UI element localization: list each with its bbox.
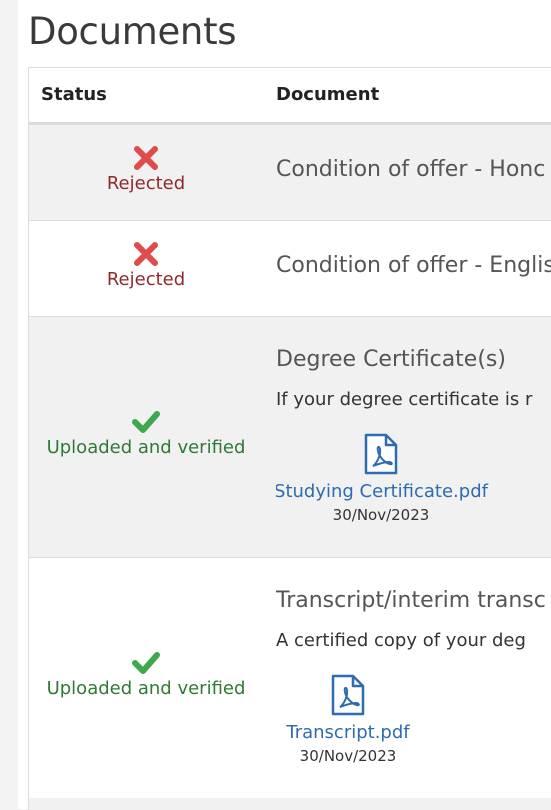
table-row: Uploaded and verified Degree Certificate…: [29, 317, 551, 558]
document-cell: Transcript/interim transc A certified co…: [276, 558, 551, 798]
table-row: Rejected Condition of offer - Honc: [29, 125, 551, 221]
file-date: 30/Nov/2023: [299, 747, 397, 765]
column-header-document: Document: [276, 84, 380, 105]
status-label: Uploaded and verified: [46, 437, 246, 458]
check-icon: [29, 409, 263, 437]
status-label: Rejected: [106, 269, 186, 290]
documents-table: Status Document Rejected Condition of of…: [28, 67, 551, 810]
document-title: Condition of offer - Honc: [276, 157, 546, 182]
document-title: Degree Certificate(s): [276, 347, 506, 372]
page-title: Documents: [28, 10, 237, 53]
status-label: Uploaded and verified: [46, 678, 246, 699]
document-cell: Condition of offer - Englis: [276, 221, 551, 316]
file-attachment[interactable]: Transcript.pdf 30/Nov/2023: [276, 674, 463, 765]
file-attachment[interactable]: Studying Certificate.pdf 30/Nov/2023: [276, 433, 496, 524]
document-cell: Degree Certificate(s) If your degree cer…: [276, 317, 551, 557]
check-icon: [29, 650, 263, 678]
status-label: Rejected: [106, 173, 186, 194]
cross-icon: [29, 241, 263, 269]
table-header: Status Document: [29, 68, 551, 125]
status-cell: Rejected: [29, 125, 263, 220]
document-description: If your degree certificate is r: [276, 389, 533, 410]
pdf-file-icon: [330, 674, 366, 716]
status-cell: Uploaded and verified: [29, 558, 263, 798]
table-row: Uploaded and verified Transcript/interim…: [29, 558, 551, 799]
file-date: 30/Nov/2023: [332, 506, 430, 524]
status-cell: Rejected: [29, 221, 263, 316]
pdf-file-icon: [363, 433, 399, 475]
status-cell: Uploaded and verified: [29, 317, 263, 557]
table-row: Rejected Condition of offer - Englis: [29, 221, 551, 317]
document-title: Transcript/interim transc: [276, 588, 546, 613]
document-cell: Condition of offer - Honc: [276, 125, 551, 220]
table-row-partial: [29, 798, 551, 810]
column-header-status: Status: [41, 84, 107, 105]
document-title: Condition of offer - Englis: [276, 253, 551, 278]
cross-icon: [29, 145, 263, 173]
file-link[interactable]: Transcript.pdf: [276, 722, 463, 743]
file-link[interactable]: Studying Certificate.pdf: [276, 481, 496, 502]
document-description: A certified copy of your deg: [276, 630, 526, 651]
